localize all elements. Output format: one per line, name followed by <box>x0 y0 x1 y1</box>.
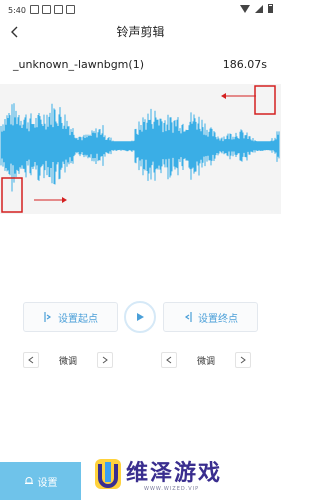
set-end-button[interactable]: 设置终点 <box>163 302 258 332</box>
chevron-left-icon <box>28 356 34 364</box>
notification-icon <box>54 5 63 14</box>
set-start-label: 设置起点 <box>58 313 98 325</box>
duration-label: 186.07s <box>222 58 267 71</box>
settings-label: 设置 <box>37 477 58 489</box>
file-name: _unknown_-lawnbgm(1) <box>13 58 144 71</box>
chevron-right-icon <box>102 356 108 364</box>
notification-icon <box>66 5 75 14</box>
end-pointer-arrowhead <box>221 93 226 99</box>
status-time: 5:40 <box>8 6 26 15</box>
watermark-logo <box>95 459 121 489</box>
start-pointer-arrowhead <box>62 197 67 203</box>
status-notification-icons <box>30 5 75 14</box>
chevron-left-icon <box>166 356 172 364</box>
wifi-icon <box>240 4 250 13</box>
watermark-title: 维泽游戏 <box>126 461 223 486</box>
start-marker-icon <box>44 312 52 322</box>
play-button[interactable] <box>124 301 156 333</box>
fine-tune-start: 微调 <box>23 350 113 370</box>
end-marker-icon <box>184 312 192 322</box>
settings-tab[interactable]: 设置 <box>0 462 81 500</box>
end-handle <box>254 85 276 115</box>
nav-bar: 铃声剪辑 <box>0 18 281 46</box>
fine-tune-end: 微调 <box>161 350 251 370</box>
battery-icon <box>268 4 273 13</box>
fine-tune-start-label: 微调 <box>58 356 77 367</box>
watermark-subtitle: WWW.WIZED.VIP <box>144 486 200 492</box>
fine-tune-end-decrease-button[interactable] <box>161 352 177 368</box>
notification-icon <box>30 5 39 14</box>
chevron-right-icon <box>240 356 246 364</box>
watermark: 维泽游戏 WWW.WIZED.VIP <box>92 452 277 500</box>
bell-icon <box>24 477 33 484</box>
fine-tune-start-decrease-button[interactable] <box>23 352 39 368</box>
fine-tune-end-increase-button[interactable] <box>235 352 251 368</box>
play-icon <box>137 313 144 321</box>
set-start-button[interactable]: 设置起点 <box>23 302 118 332</box>
waveform-editor[interactable] <box>0 84 281 214</box>
page-title: 铃声剪辑 <box>116 25 165 39</box>
waveform-graphic <box>0 85 280 213</box>
notification-icon <box>42 5 51 14</box>
set-end-label: 设置终点 <box>198 313 238 325</box>
fine-tune-end-label: 微调 <box>196 356 215 367</box>
signal-icon <box>255 4 263 13</box>
fine-tune-start-increase-button[interactable] <box>97 352 113 368</box>
status-system-icons <box>240 4 273 13</box>
